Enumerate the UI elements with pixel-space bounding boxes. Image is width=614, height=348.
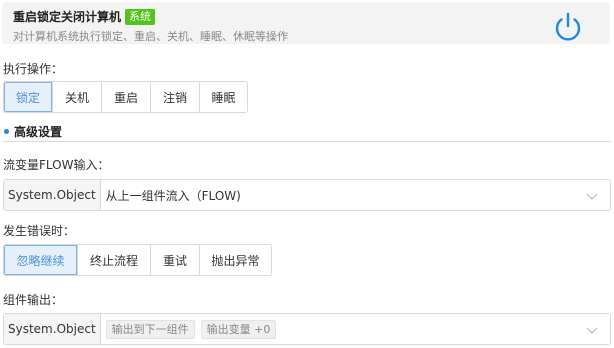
advanced-settings-header[interactable]: 高级设置: [3, 122, 611, 142]
flow-input-value: 从上一组件流入（FLOW): [105, 188, 241, 203]
on-error-segmented: 忽略继续 终止流程 重试 抛出异常: [3, 244, 272, 276]
output-tags: 输出到下一组件 输出变量 +0: [101, 319, 610, 339]
advanced-settings-title: 高级设置: [14, 125, 63, 139]
output-tag-variable[interactable]: 输出变量 +0: [200, 319, 277, 339]
operation-segmented: 锁定 关机 重启 注销 睡眠: [3, 81, 248, 113]
chevron-down-icon[interactable]: [586, 190, 598, 202]
on-error-option-throw[interactable]: 抛出异常: [199, 245, 271, 275]
on-error-label: 发生错误时：: [3, 224, 76, 238]
flow-input-label: 流变量FLOW输入：: [3, 158, 110, 172]
bullet-dot-icon: [4, 129, 9, 134]
chevron-down-icon[interactable]: [586, 324, 598, 336]
operation-label: 执行操作：: [3, 62, 64, 76]
operation-option-shutdown[interactable]: 关机: [52, 82, 101, 112]
on-error-option-retry[interactable]: 重试: [150, 245, 199, 275]
output-tag-next-component[interactable]: 输出到下一组件: [105, 319, 195, 339]
flow-input-select[interactable]: System.Object 从上一组件流入（FLOW): [3, 179, 611, 211]
power-icon[interactable]: [551, 10, 585, 44]
flow-input-type-prefix: System.Object: [4, 180, 101, 210]
operation-option-sleep[interactable]: 睡眠: [199, 82, 247, 112]
output-label: 组件输出：: [3, 293, 64, 307]
component-title: 重启锁定关闭计算机: [13, 10, 122, 24]
component-description: 对计算机系统执行锁定、重启、关机、睡眠、休眠等操作: [13, 30, 288, 43]
system-badge: 系统: [125, 8, 156, 25]
output-type-prefix: System.Object: [4, 314, 101, 344]
operation-option-restart[interactable]: 重启: [101, 82, 150, 112]
on-error-option-terminate[interactable]: 终止流程: [77, 245, 150, 275]
on-error-option-ignore[interactable]: 忽略继续: [4, 245, 77, 275]
output-select[interactable]: System.Object 输出到下一组件 输出变量 +0: [3, 313, 611, 345]
header-title-row: 重启锁定关闭计算机 系统: [13, 8, 156, 25]
operation-option-logoff[interactable]: 注销: [150, 82, 199, 112]
operation-option-lock[interactable]: 锁定: [4, 82, 52, 112]
component-header: 重启锁定关闭计算机 系统 对计算机系统执行锁定、重启、关机、睡眠、休眠等操作: [2, 2, 610, 44]
